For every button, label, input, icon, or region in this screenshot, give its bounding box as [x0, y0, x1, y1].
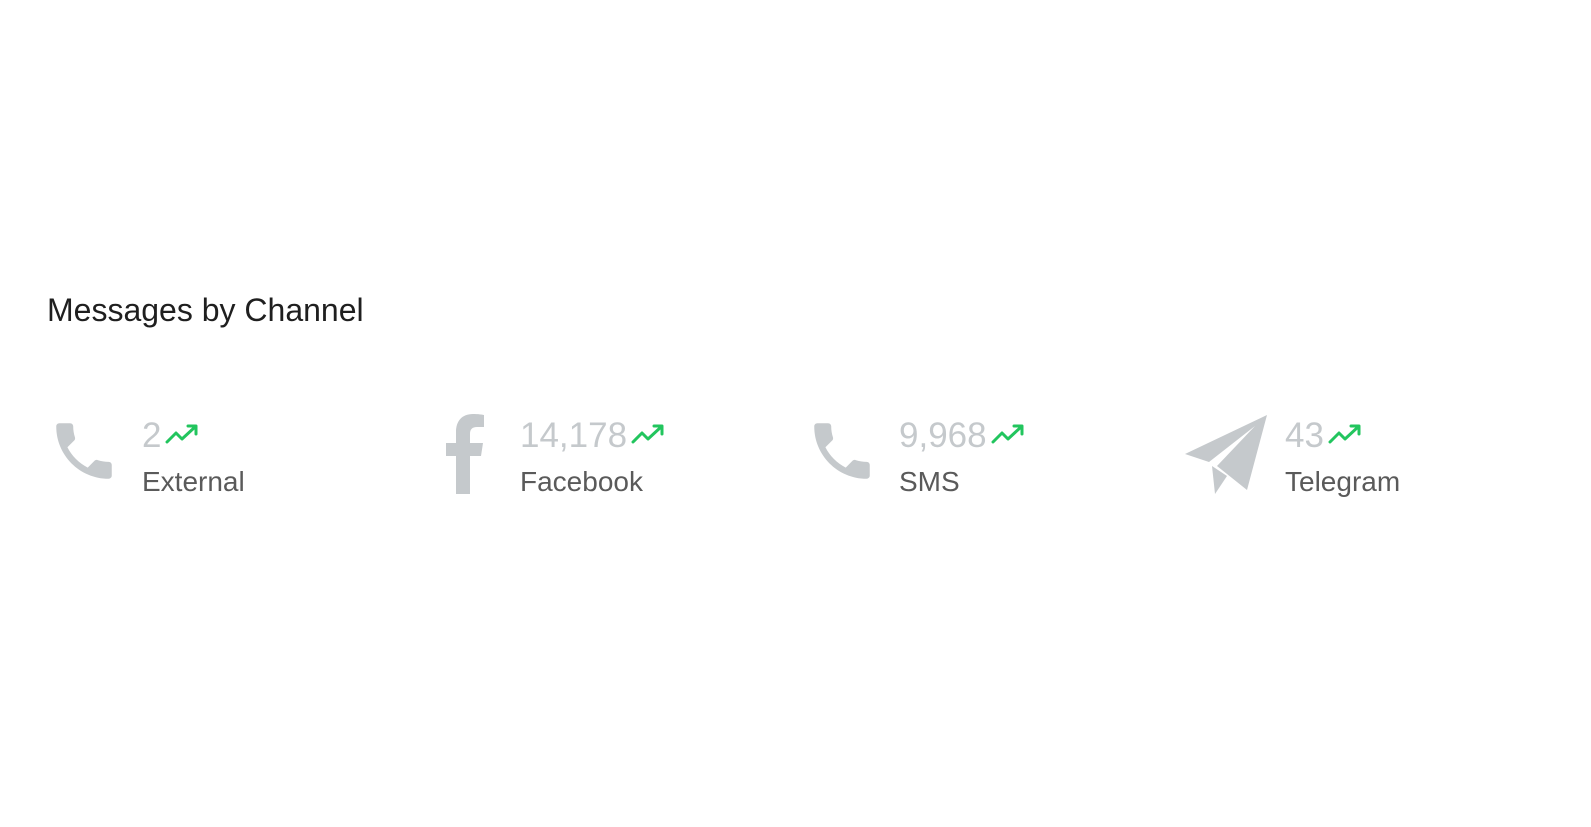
trending-up-icon: [631, 424, 664, 444]
phone-icon: [56, 423, 112, 479]
channel-label: SMS: [899, 466, 960, 497]
trending-up-icon: [165, 424, 198, 444]
channel-value: 2: [142, 416, 162, 455]
channel-label: External: [142, 466, 245, 497]
channel-value: 43: [1285, 416, 1324, 455]
channel-value: 9,968: [899, 416, 987, 455]
trending-up-icon: [991, 424, 1024, 444]
channel-label: Facebook: [520, 466, 643, 497]
channel-value: 14,178: [520, 416, 628, 455]
widget-title: Messages by Channel: [47, 292, 364, 328]
channel-label: Telegram: [1285, 466, 1401, 497]
phone-icon: [814, 423, 870, 479]
trending-up-icon: [1328, 424, 1361, 444]
telegram-icon: [1185, 415, 1267, 494]
facebook-icon: [446, 414, 484, 494]
